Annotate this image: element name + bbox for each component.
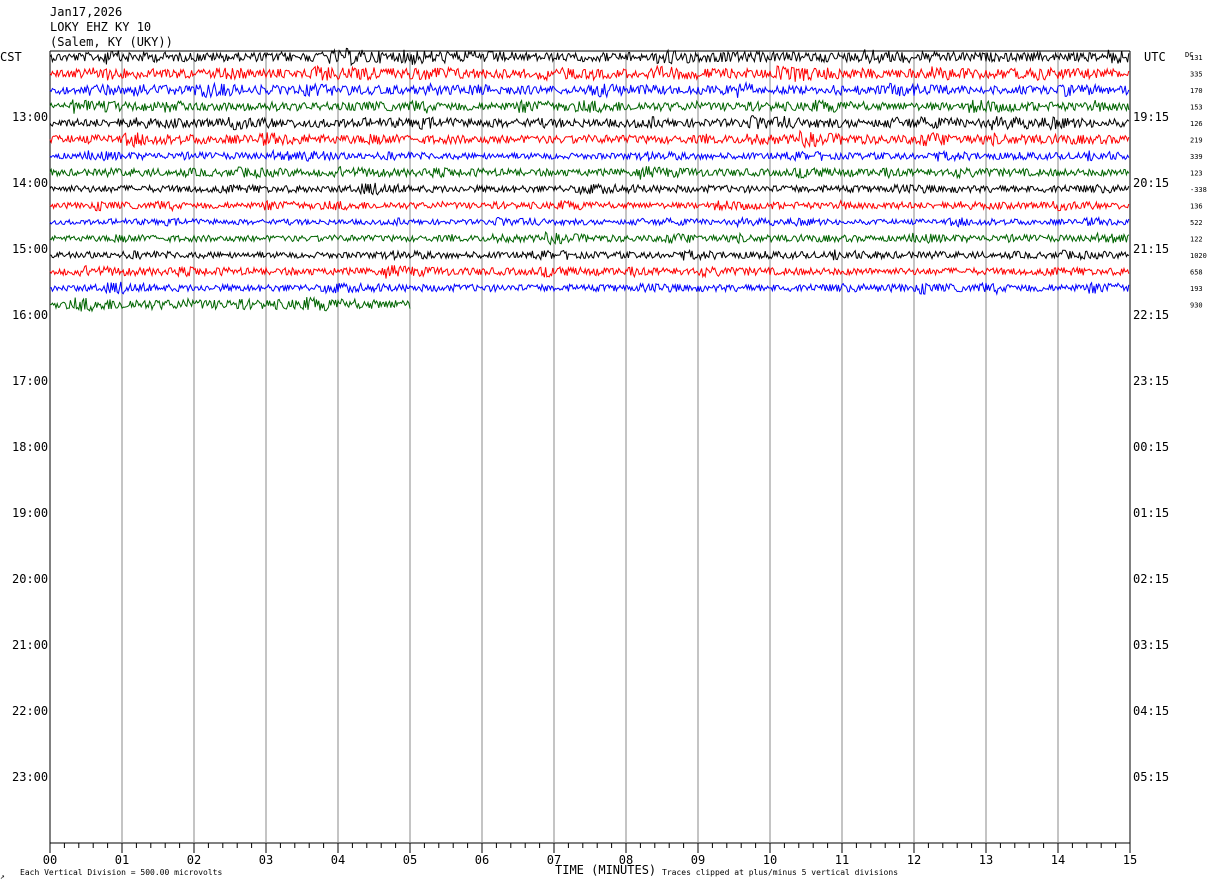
cst-hour-label: 14:00	[12, 176, 48, 190]
x-tick-label: 10	[763, 853, 777, 867]
helicorder-plot: Jan17,2026 LOKY EHZ KY 10 (Salem, KY (UK…	[0, 5, 1207, 881]
seismic-trace	[49, 148, 1130, 163]
dc-offset-label: -338	[1190, 186, 1207, 194]
cst-hour-label: 18:00	[12, 440, 48, 454]
utc-hour-label: 00:15	[1133, 440, 1169, 454]
x-tick-label: 12	[907, 853, 921, 867]
utc-hour-label: 05:15	[1133, 770, 1169, 784]
x-tick-label: 13	[979, 853, 993, 867]
cst-hour-label: 19:00	[12, 506, 48, 520]
x-tick-label: 09	[691, 853, 705, 867]
header-location: (Salem, KY (UKY))	[50, 35, 173, 49]
seismic-trace	[49, 230, 1130, 246]
x-tick-label: 05	[403, 853, 417, 867]
dc-offset-label: 170	[1190, 87, 1203, 95]
scale-note: Each Vertical Division = 500.00 microvol…	[20, 868, 222, 877]
header-station: LOKY EHZ KY 10	[50, 20, 151, 34]
utc-hour-label: 21:15	[1133, 242, 1169, 256]
dc-offset-label: 131	[1190, 54, 1203, 62]
dc-offset-label: 522	[1190, 219, 1203, 227]
dc-offset-label: 219	[1190, 137, 1203, 145]
cst-hour-label: 23:00	[12, 770, 48, 784]
x-tick-label: 02	[187, 853, 201, 867]
x-tick-label: 15	[1123, 853, 1137, 867]
dc-offset-label: 126	[1190, 120, 1203, 128]
x-tick-label: 06	[475, 853, 489, 867]
dc-offset-label: 123	[1190, 170, 1203, 178]
x-tick-label: 03	[259, 853, 273, 867]
utc-hour-label: 04:15	[1133, 704, 1169, 718]
utc-hour-label: 01:15	[1133, 506, 1169, 520]
dc-offset-label: 1020	[1190, 252, 1207, 260]
labels-layer: Jan17,2026 LOKY EHZ KY 10 (Salem, KY (UK…	[0, 5, 1207, 881]
seismic-trace	[49, 199, 1130, 213]
x-tick-label: 14	[1051, 853, 1065, 867]
clip-note: Traces clipped at plus/minus 5 vertical …	[662, 868, 898, 877]
left-timezone-label: CST	[0, 50, 22, 64]
x-tick-label: 01	[115, 853, 129, 867]
utc-hour-label: 19:15	[1133, 110, 1169, 124]
cst-hour-label: 15:00	[12, 242, 48, 256]
x-tick-label: 07	[547, 853, 561, 867]
seismic-trace	[49, 182, 1130, 196]
seismic-trace	[49, 129, 1130, 149]
cst-hour-label: 13:00	[12, 110, 48, 124]
seismic-trace	[49, 264, 1130, 279]
x-tick-label: 04	[331, 853, 345, 867]
seismic-trace	[49, 98, 1130, 114]
seismic-trace	[49, 216, 1130, 229]
utc-hour-label: 20:15	[1133, 176, 1169, 190]
cst-hour-label: 16:00	[12, 308, 48, 322]
dc-offset-label: 122	[1190, 236, 1203, 244]
cst-hour-label: 22:00	[12, 704, 48, 718]
cst-hour-label: 17:00	[12, 374, 48, 388]
dc-offset-label: 339	[1190, 153, 1203, 161]
right-timezone-label: UTC	[1144, 50, 1166, 64]
seismic-trace	[49, 115, 1130, 132]
cst-hour-label: 21:00	[12, 638, 48, 652]
x-tick-label: 11	[835, 853, 849, 867]
x-tick-label: 08	[619, 853, 633, 867]
utc-hour-label: 23:15	[1133, 374, 1169, 388]
dc-offset-label: 153	[1190, 104, 1203, 112]
corner-arrow-icon: ↗	[0, 872, 5, 881]
dc-offset-label: 658	[1190, 269, 1203, 277]
dc-offset-label: 930	[1190, 302, 1203, 310]
dc-offset-label: 335	[1190, 71, 1203, 79]
seismic-trace	[49, 165, 1130, 180]
dc-offset-label: 136	[1190, 203, 1203, 211]
utc-hour-label: 03:15	[1133, 638, 1169, 652]
seismic-trace	[49, 296, 411, 313]
dc-offset-label: 193	[1190, 285, 1203, 293]
x-tick-label: 00	[43, 853, 57, 867]
seismic-trace	[49, 248, 1130, 262]
seismic-trace	[49, 281, 1130, 296]
utc-hour-label: 02:15	[1133, 572, 1169, 586]
header-date: Jan17,2026	[50, 5, 122, 19]
x-axis-title: TIME (MINUTES)	[555, 863, 656, 877]
utc-hour-label: 22:15	[1133, 308, 1169, 322]
traces-layer	[49, 47, 1130, 313]
seismic-trace	[49, 80, 1130, 99]
seismic-trace	[49, 64, 1130, 82]
cst-hour-label: 20:00	[12, 572, 48, 586]
